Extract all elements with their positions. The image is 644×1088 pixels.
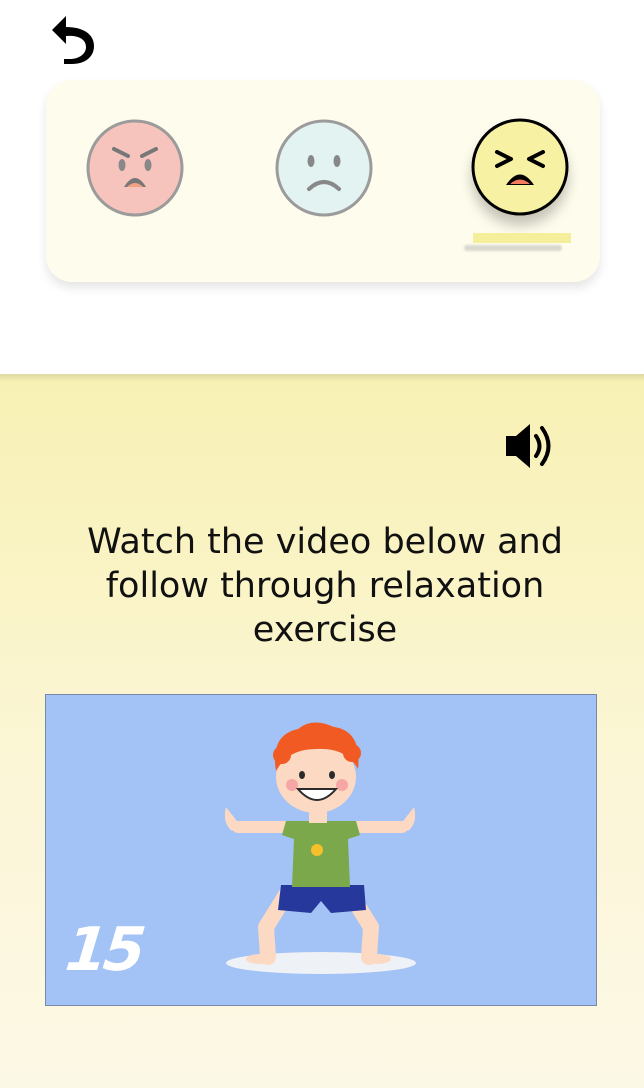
exercise-video[interactable]: 15 [45, 694, 597, 1006]
mood-header [0, 0, 644, 374]
mood-option-stressed[interactable] [471, 118, 569, 216]
audio-button[interactable] [502, 418, 560, 474]
selected-mood-shadow [464, 245, 562, 251]
video-counter: 15 [62, 915, 146, 985]
undo-arrow-icon [52, 16, 94, 64]
selected-mood-indicator [473, 233, 571, 243]
angry-face-icon [86, 119, 184, 217]
back-button[interactable] [48, 12, 98, 66]
mood-selector-card [46, 80, 600, 282]
sad-face-icon [275, 119, 373, 217]
mood-option-angry[interactable] [86, 119, 184, 217]
exercise-panel: Watch the video below and follow through… [0, 374, 644, 1088]
speaker-icon [506, 424, 551, 468]
mood-option-sad[interactable] [275, 119, 373, 217]
instruction-text: Watch the video below and follow through… [87, 522, 563, 650]
stressed-face-icon [471, 118, 569, 216]
